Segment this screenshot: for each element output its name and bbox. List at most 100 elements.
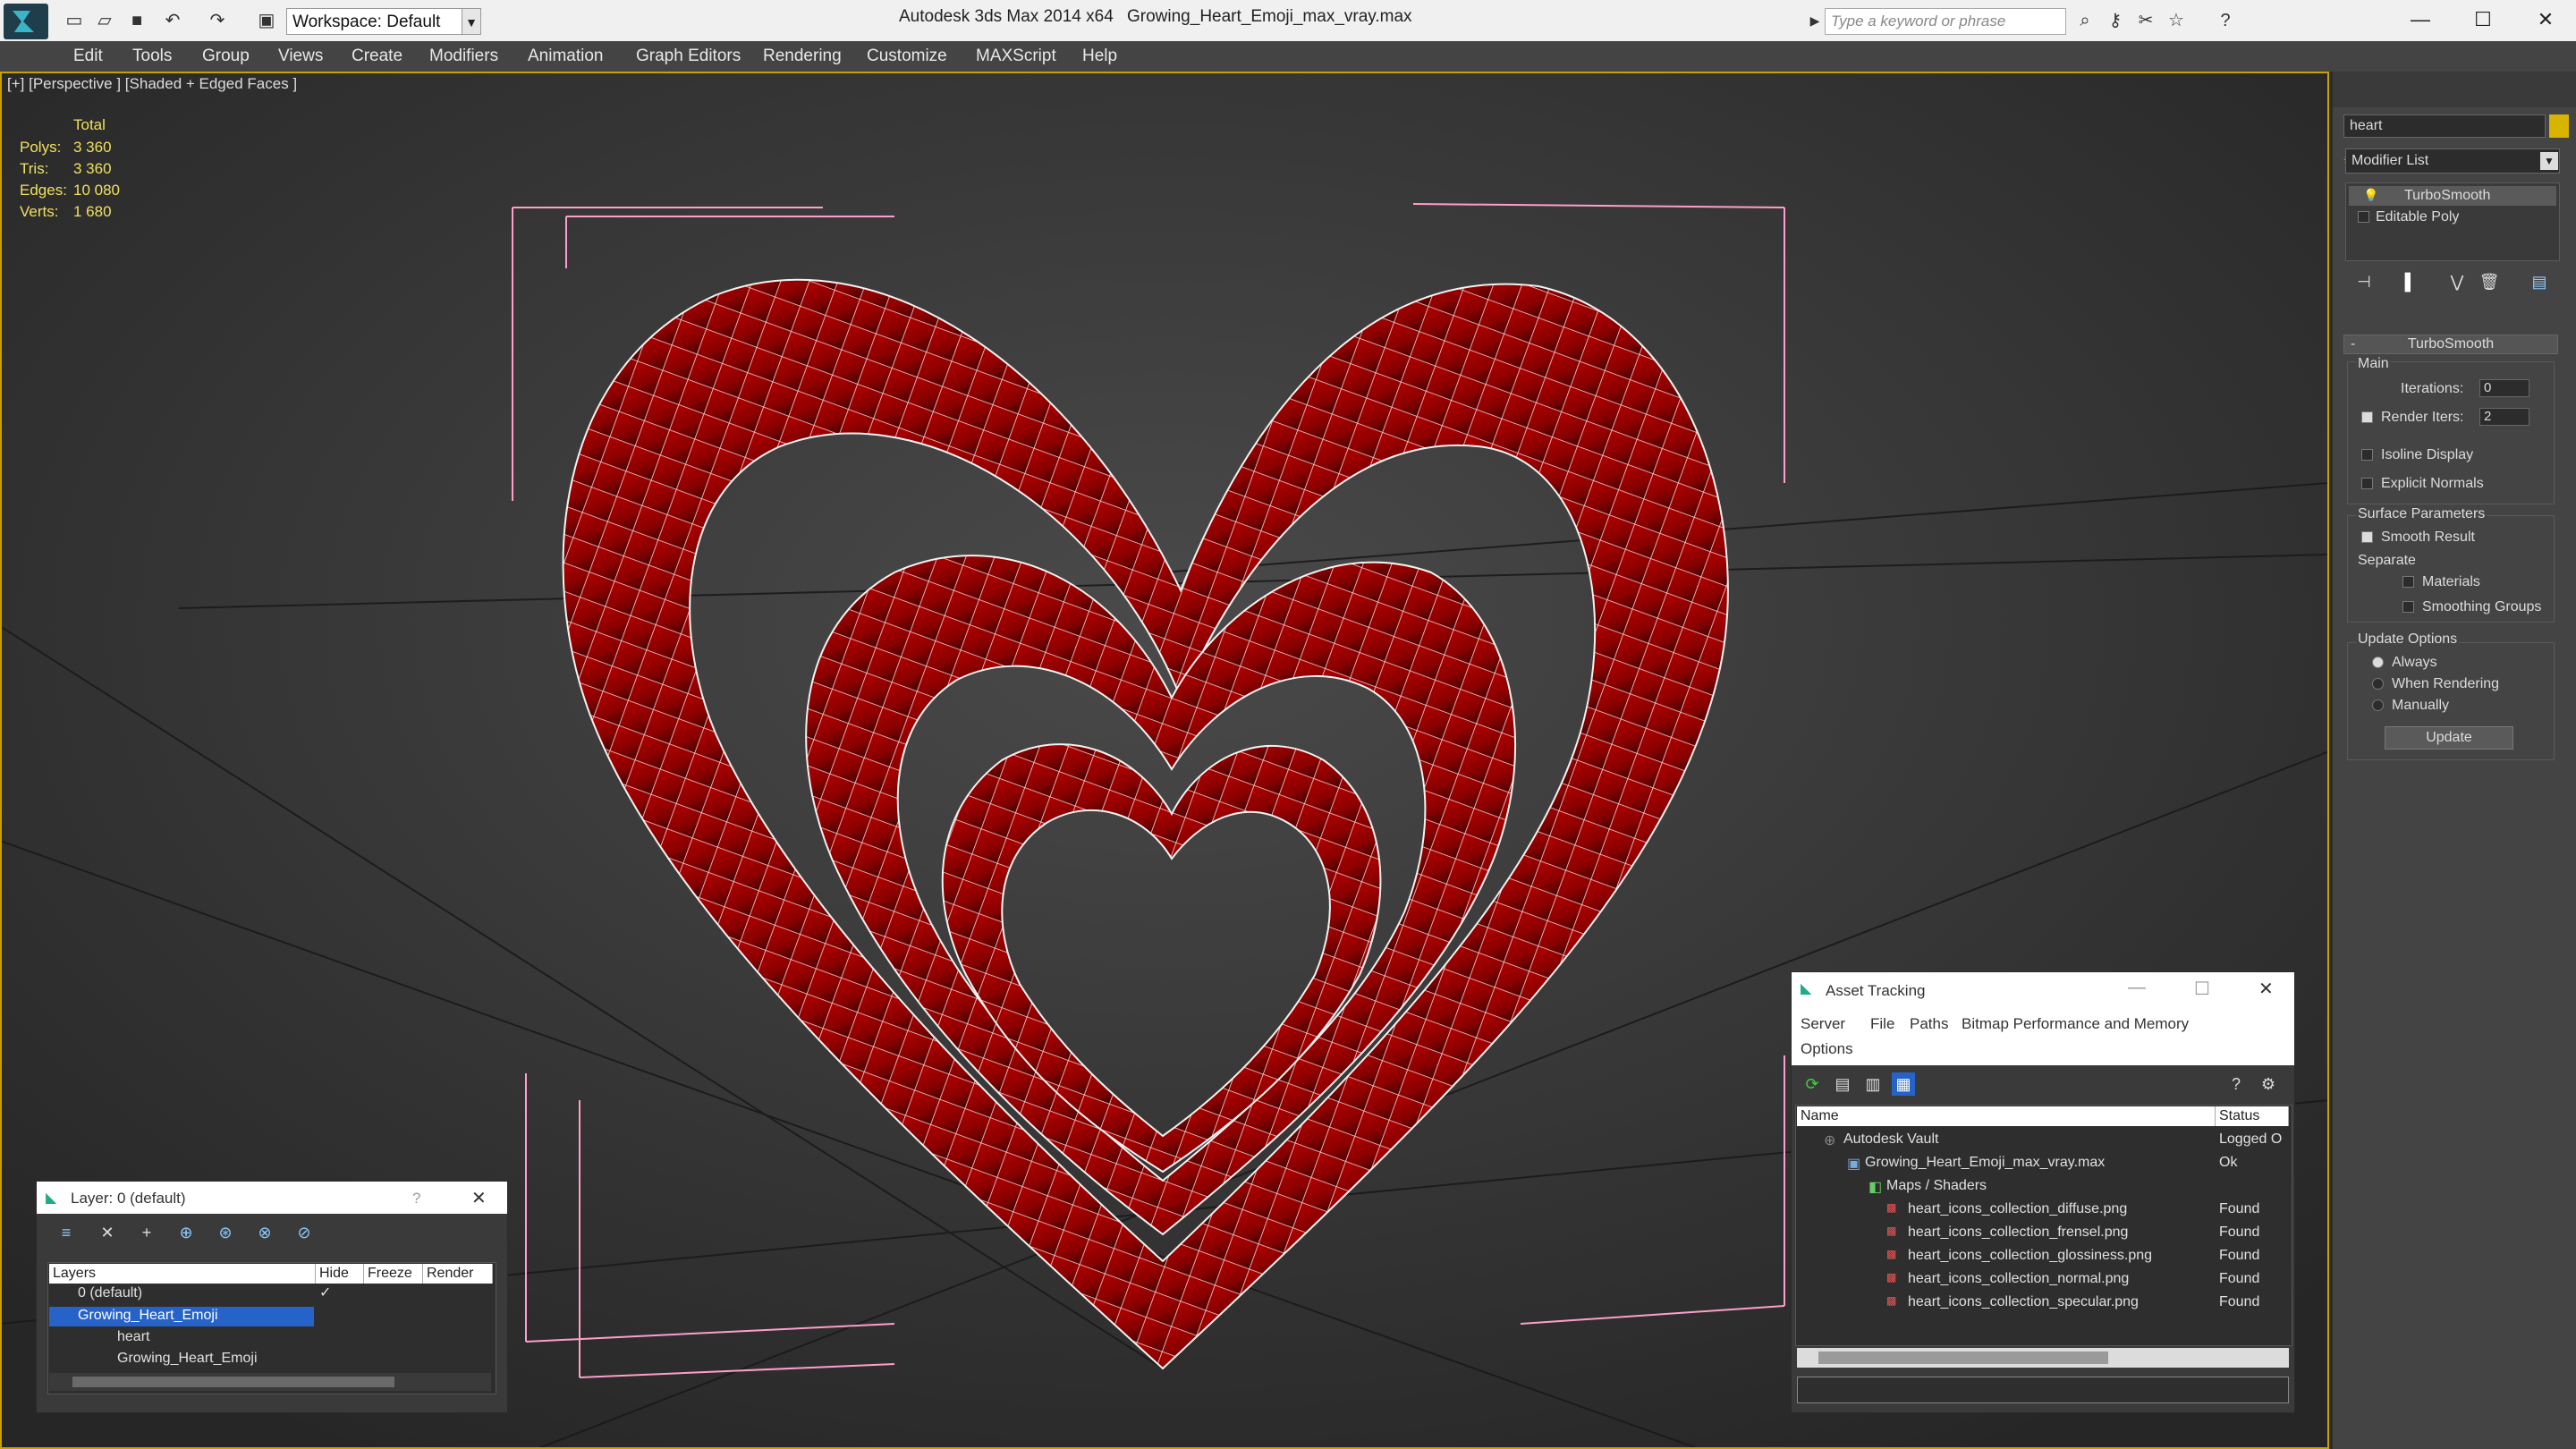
tools-icon[interactable]: ✂ bbox=[2134, 9, 2157, 32]
layer-panel-titlebar[interactable]: ◣ Layer: 0 (default) ? ✕ bbox=[37, 1182, 507, 1214]
new-layer-icon[interactable]: ≡ bbox=[55, 1221, 78, 1244]
manually-radio[interactable] bbox=[2372, 699, 2384, 711]
name-column-header[interactable]: Name bbox=[1797, 1106, 2216, 1126]
layer-help-icon[interactable]: ? bbox=[412, 1190, 420, 1208]
redo-icon[interactable]: ↷ bbox=[206, 9, 229, 32]
asset-row-vault[interactable]: Autodesk Vault bbox=[1843, 1131, 1938, 1148]
maximize-icon[interactable]: ☐ bbox=[2194, 978, 2210, 1000]
asset-row-diffuse[interactable]: heart_icons_collection_diffuse.png bbox=[1908, 1201, 2127, 1217]
close-icon[interactable]: ✕ bbox=[2258, 978, 2274, 1000]
table-view-icon[interactable]: ▦ bbox=[1892, 1072, 1915, 1096]
menu-edit[interactable]: Edit bbox=[73, 47, 103, 66]
open-file-icon[interactable]: ▱ bbox=[93, 9, 116, 32]
asset-menu-bitmap[interactable]: Bitmap Performance and Memory bbox=[1962, 1015, 2189, 1033]
highlight-layer-icon[interactable]: ⊛ bbox=[214, 1221, 237, 1244]
layer-row-growing-heart[interactable]: Growing_Heart_Emoji bbox=[78, 1308, 218, 1324]
menu-modifiers[interactable]: Modifiers bbox=[429, 47, 498, 66]
layer-row-heart[interactable]: heart bbox=[117, 1329, 149, 1345]
layer-row-default[interactable]: 0 (default) bbox=[78, 1285, 142, 1301]
help-icon[interactable]: ? bbox=[2224, 1072, 2248, 1096]
project-folder-icon[interactable]: ▣ bbox=[255, 9, 278, 32]
iterations-spinner[interactable]: 0 bbox=[2479, 379, 2529, 397]
help-icon[interactable]: ? bbox=[2214, 9, 2237, 32]
key-icon[interactable]: ⚷ bbox=[2104, 9, 2127, 32]
when-rendering-radio[interactable] bbox=[2372, 678, 2384, 690]
menu-help[interactable]: Help bbox=[1082, 47, 1117, 66]
undo-icon[interactable]: ↶ bbox=[161, 9, 184, 32]
close-icon[interactable]: ✕ bbox=[2519, 5, 2572, 34]
show-end-result-icon[interactable]: ▌ bbox=[2399, 270, 2422, 293]
isoline-display-checkbox[interactable] bbox=[2361, 449, 2373, 461]
menu-tools[interactable]: Tools bbox=[132, 47, 172, 66]
render-iters-checkbox[interactable] bbox=[2361, 411, 2373, 423]
always-radio[interactable] bbox=[2372, 657, 2384, 668]
smoothing-groups-checkbox[interactable] bbox=[2402, 601, 2414, 613]
asset-menu-options[interactable]: Options bbox=[1801, 1040, 1853, 1058]
object-name-field[interactable]: heart bbox=[2343, 114, 2546, 138]
save-icon[interactable]: ■ bbox=[125, 9, 148, 32]
viewport-label[interactable]: [+] [Perspective ] [Shaded + Edged Faces… bbox=[7, 75, 297, 93]
stack-label-turbosmooth[interactable]: TurboSmooth bbox=[2404, 188, 2490, 204]
workspace-dropdown[interactable]: Workspace: Default bbox=[286, 8, 479, 35]
app-logo-icon[interactable] bbox=[4, 4, 48, 39]
freeze-all-icon[interactable]: ⊘ bbox=[292, 1221, 316, 1244]
freeze-column-header[interactable]: Freeze bbox=[364, 1264, 423, 1284]
menu-animation[interactable]: Animation bbox=[528, 47, 604, 66]
menu-views[interactable]: Views bbox=[278, 47, 323, 66]
layer-row-growing-heart-object[interactable]: Growing_Heart_Emoji bbox=[117, 1351, 258, 1367]
render-iters-spinner[interactable]: 2 bbox=[2479, 408, 2529, 426]
chevron-down-icon[interactable]: ▼ bbox=[2540, 152, 2558, 170]
binoculars-icon[interactable]: ⌕ bbox=[2073, 9, 2097, 32]
asset-row-specular[interactable]: heart_icons_collection_specular.png bbox=[1908, 1294, 2139, 1310]
minimize-icon[interactable]: — bbox=[2128, 978, 2146, 998]
configure-sets-icon[interactable]: ▤ bbox=[2528, 270, 2551, 293]
rollout-collapse-icon[interactable]: - bbox=[2351, 336, 2355, 352]
asset-menu-server[interactable]: Server bbox=[1801, 1015, 1845, 1033]
menu-group[interactable]: Group bbox=[202, 47, 250, 66]
make-unique-icon[interactable]: ⋁ bbox=[2445, 270, 2469, 293]
remove-modifier-icon[interactable]: 🗑 bbox=[2478, 270, 2501, 293]
layers-column-header[interactable]: Layers bbox=[49, 1264, 316, 1284]
materials-checkbox[interactable] bbox=[2402, 576, 2414, 588]
rollout-turbosmooth[interactable]: TurboSmooth bbox=[2343, 335, 2558, 354]
asset-panel-title[interactable]: Asset Tracking bbox=[1826, 982, 1926, 1000]
list-view-icon[interactable]: ▤ bbox=[1831, 1072, 1854, 1096]
pin-stack-icon[interactable]: ⊣ bbox=[2352, 270, 2376, 293]
asset-row-normal[interactable]: heart_icons_collection_normal.png bbox=[1908, 1271, 2129, 1287]
render-column-header[interactable]: Render bbox=[423, 1264, 493, 1284]
stack-label-editable-poly[interactable]: Editable Poly bbox=[2376, 209, 2459, 225]
select-objects-icon[interactable]: ⊕ bbox=[174, 1221, 198, 1244]
update-button[interactable]: Update bbox=[2385, 726, 2513, 750]
object-color-swatch[interactable] bbox=[2549, 114, 2569, 138]
search-input[interactable]: Type a keyword or phrase bbox=[1825, 8, 2066, 35]
asset-row-maps[interactable]: Maps / Shaders bbox=[1886, 1178, 1987, 1194]
refresh-icon[interactable]: ⟳ bbox=[1801, 1072, 1824, 1096]
bulb-icon[interactable]: 💡 bbox=[2363, 188, 2378, 203]
hide-column-header[interactable]: Hide bbox=[316, 1264, 364, 1284]
smooth-result-checkbox[interactable] bbox=[2361, 531, 2373, 543]
stack-expand-icon[interactable] bbox=[2358, 211, 2369, 223]
asset-row-max-file[interactable]: Growing_Heart_Emoji_max_vray.max bbox=[1865, 1155, 2105, 1171]
delete-layer-icon[interactable]: ✕ bbox=[96, 1221, 119, 1244]
chevron-down-icon[interactable]: ▼ bbox=[462, 8, 481, 35]
asset-menu-file[interactable]: File bbox=[1870, 1015, 1894, 1033]
asset-menu-paths[interactable]: Paths bbox=[1910, 1015, 1948, 1033]
star-icon[interactable]: ☆ bbox=[2165, 9, 2188, 32]
menu-create[interactable]: Create bbox=[352, 47, 402, 66]
menu-rendering[interactable]: Rendering bbox=[763, 47, 842, 66]
menu-customize[interactable]: Customize bbox=[867, 47, 947, 66]
asset-row-frensel[interactable]: heart_icons_collection_frensel.png bbox=[1908, 1224, 2128, 1241]
menu-graph-editors[interactable]: Graph Editors bbox=[636, 47, 741, 66]
hide-all-icon[interactable]: ⊗ bbox=[253, 1221, 276, 1244]
minimize-icon[interactable]: — bbox=[2394, 5, 2447, 34]
asset-path-field[interactable] bbox=[1797, 1377, 2289, 1403]
explicit-normals-checkbox[interactable] bbox=[2361, 478, 2373, 489]
search-arrow-icon[interactable]: ▶ bbox=[1803, 9, 1826, 32]
status-column-header[interactable]: Status bbox=[2216, 1106, 2289, 1126]
settings-icon[interactable]: ⚙ bbox=[2257, 1072, 2280, 1096]
layer-scroll-thumb[interactable] bbox=[72, 1377, 394, 1387]
modifier-list-dropdown[interactable]: Modifier List bbox=[2345, 148, 2560, 174]
add-to-layer-icon[interactable]: + bbox=[135, 1221, 158, 1244]
menu-maxscript[interactable]: MAXScript bbox=[976, 47, 1056, 66]
asset-row-glossiness[interactable]: heart_icons_collection_glossiness.png bbox=[1908, 1248, 2152, 1264]
